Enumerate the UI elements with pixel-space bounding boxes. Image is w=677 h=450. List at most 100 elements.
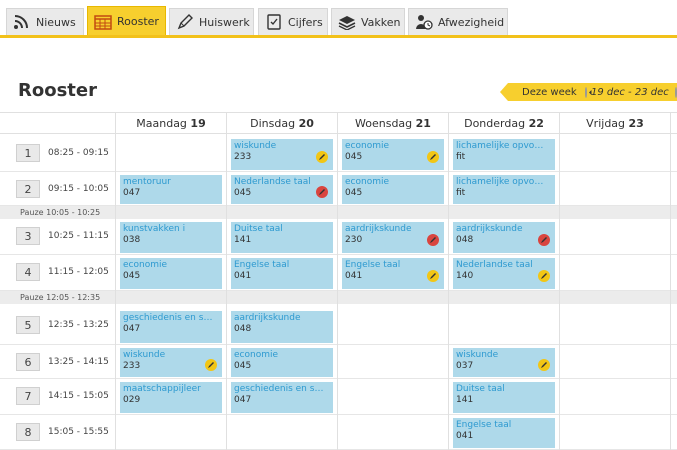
tab-huiswerk[interactable]: Huiswerk — [169, 8, 254, 35]
homework-test-badge-icon[interactable] — [538, 234, 550, 246]
homework-badge-icon[interactable] — [538, 270, 550, 282]
lesson-cell[interactable]: aardrijkskunde 048 — [453, 222, 555, 253]
lesson-cell[interactable]: lichamelijke opvoedingfit — [453, 175, 555, 204]
document-check-icon — [265, 14, 283, 30]
hour-number: 1 — [16, 144, 40, 162]
hour-time: 10:25 - 11:15 — [48, 231, 109, 241]
lesson-cell[interactable]: aardrijkskunde 048 — [231, 311, 333, 343]
tab-label: Huiswerk — [199, 15, 250, 29]
lesson-cell[interactable]: Engelse taal 041 — [231, 258, 333, 289]
hour-time: 13:25 - 14:15 — [48, 357, 109, 367]
tab-afwezigheid[interactable]: Afwezigheid — [408, 8, 508, 35]
lesson-cell[interactable]: economie 045 — [342, 139, 444, 170]
lesson-room: 038 — [123, 235, 141, 245]
tab-label: Cijfers — [288, 15, 323, 29]
hour-time: 09:15 - 10:05 — [48, 184, 109, 194]
pause-row: Pauze 10:05 - 10:25 — [0, 206, 677, 219]
lesson-cell[interactable]: Duitse taal 141 — [231, 222, 333, 253]
homework-badge-icon[interactable] — [427, 270, 439, 282]
lesson-cell[interactable]: wiskunde 037 — [453, 348, 555, 377]
lesson-cell[interactable]: maatschappijleer 029 — [120, 382, 222, 413]
day-header-woensdag: Woensdag 21 — [338, 113, 448, 134]
lesson-cell[interactable]: geschiedenis en staa...047 — [120, 311, 222, 343]
lesson-subject: Engelse taal — [234, 260, 290, 270]
lesson-cell[interactable]: wiskunde 233 — [120, 348, 222, 377]
lesson-room: 047 — [234, 395, 252, 405]
lesson-cell[interactable]: Nederlandse taal 140 — [453, 258, 555, 289]
lesson-subject: Engelse taal — [456, 420, 512, 430]
lesson-cell[interactable]: economie 045 — [342, 175, 444, 204]
homework-test-badge-icon[interactable] — [316, 186, 328, 198]
homework-badge-icon[interactable] — [427, 151, 439, 163]
books-icon — [338, 14, 356, 31]
hour-time: 12:35 - 13:25 — [48, 320, 109, 330]
lesson-subject: economie — [345, 177, 390, 187]
day-header-maandag: Maandag 19 — [116, 113, 226, 134]
homework-badge-icon[interactable] — [538, 359, 550, 371]
lesson-cell[interactable]: Engelse taal 041 — [453, 418, 555, 448]
lesson-subject: Nederlandse taal — [234, 177, 311, 187]
tab-vakken[interactable]: Vakken — [331, 8, 405, 35]
chevron-left-icon — [588, 89, 592, 95]
day-header-dinsdag: Dinsdag 20 — [227, 113, 337, 134]
pause-label: Pauze 12:05 - 12:35 — [20, 293, 101, 302]
hour-time: 14:15 - 15:05 — [48, 391, 109, 401]
day-header-vrijdag: Vrijdag 23 — [560, 113, 670, 134]
tab-nieuws[interactable]: Nieuws — [6, 8, 84, 35]
lesson-subject: Duitse taal — [456, 384, 505, 394]
lesson-room: 045 — [123, 271, 141, 281]
lesson-cell[interactable]: economie 045 — [120, 258, 222, 289]
user-clock-icon — [415, 14, 433, 30]
previous-week-button[interactable] — [584, 86, 592, 98]
tab-label: Vakken — [361, 15, 401, 29]
this-week-button[interactable]: Deze week — [522, 87, 577, 98]
tab-rooster[interactable]: Rooster — [87, 6, 166, 36]
lesson-cell[interactable]: Engelse taal 041 — [342, 258, 444, 289]
lesson-cell[interactable]: Nederlandse taal 045 — [231, 175, 333, 204]
tab-label: Nieuws — [36, 15, 76, 29]
day-number: 23 — [628, 117, 644, 130]
lesson-cell[interactable]: economie 045 — [231, 348, 333, 377]
day-number: 20 — [298, 117, 314, 130]
tab-cijfers[interactable]: Cijfers — [258, 8, 328, 35]
lesson-subject: wiskunde — [456, 350, 499, 360]
lesson-cell[interactable]: lichamelijke opvoedingfit — [453, 139, 555, 170]
column-divider — [448, 112, 449, 450]
tab-label: Rooster — [117, 15, 159, 28]
hour-number: 5 — [16, 316, 40, 334]
pencil-icon — [176, 14, 194, 30]
lesson-cell[interactable]: Duitse taal 141 — [453, 382, 555, 413]
day-number: 21 — [415, 117, 431, 130]
tab-bar-underline — [0, 35, 677, 38]
homework-badge-icon[interactable] — [205, 359, 217, 371]
lesson-cell[interactable]: kunstvakken i 038 — [120, 222, 222, 253]
lesson-subject: Nederlandse taal — [456, 260, 533, 270]
lesson-subject: lichamelijke opvoeding — [456, 177, 548, 187]
lesson-cell[interactable]: aardrijkskunde 230 — [342, 222, 444, 253]
lesson-room: 047 — [123, 324, 141, 334]
lesson-cell[interactable]: mentoruur 047 — [120, 175, 222, 204]
lesson-room: 029 — [123, 395, 141, 405]
lesson-cell[interactable]: wiskunde 233 — [231, 139, 333, 170]
day-name: Vrijdag — [586, 117, 626, 130]
lesson-room: 045 — [345, 188, 363, 198]
column-divider — [559, 112, 560, 450]
lesson-subject: economie — [234, 350, 279, 360]
column-divider — [226, 112, 227, 450]
column-divider — [115, 112, 116, 450]
hour-time: 08:25 - 09:15 — [48, 148, 109, 158]
homework-test-badge-icon[interactable] — [427, 234, 439, 246]
lesson-subject: aardrijkskunde — [345, 224, 412, 234]
lesson-subject: geschiedenis en staa... — [234, 384, 326, 394]
column-divider — [670, 112, 671, 450]
lesson-subject: aardrijkskunde — [234, 313, 301, 323]
lesson-subject: wiskunde — [234, 141, 277, 151]
lesson-subject: Engelse taal — [345, 260, 401, 270]
column-divider — [337, 112, 338, 450]
hour-time: 11:15 - 12:05 — [48, 267, 109, 277]
lesson-subject: economie — [123, 260, 168, 270]
lesson-room: 041 — [234, 271, 252, 281]
lesson-cell[interactable]: geschiedenis en staa...047 — [231, 382, 333, 413]
day-number: 22 — [528, 117, 544, 130]
homework-badge-icon[interactable] — [316, 151, 328, 163]
